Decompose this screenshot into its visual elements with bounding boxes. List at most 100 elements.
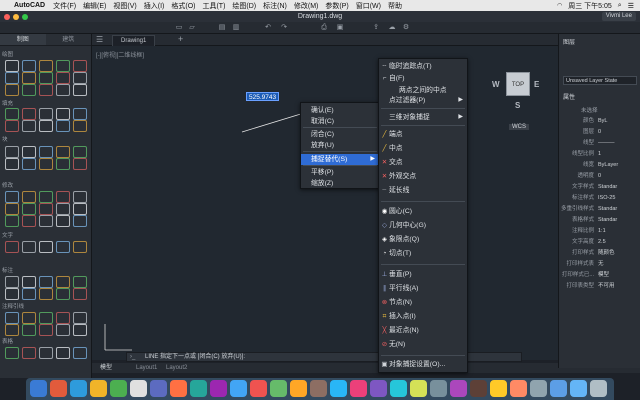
tool-icon[interactable]	[22, 60, 36, 72]
context-item-5[interactable]: 平移(P)	[301, 167, 379, 178]
property-row[interactable]: 打印表类型 不可用	[558, 282, 640, 291]
clock[interactable]: 周三 下午5:05	[568, 1, 612, 11]
tool-icon[interactable]	[73, 241, 87, 253]
tool-icon[interactable]	[73, 203, 87, 215]
dock-app-icon[interactable]	[70, 380, 87, 397]
menu-view[interactable]: 视图(V)	[113, 1, 136, 11]
section-dimension[interactable]: 标注	[2, 266, 13, 274]
tool-icon[interactable]	[22, 108, 36, 120]
compass-west[interactable]: W	[492, 80, 500, 89]
tool-icon[interactable]	[73, 312, 87, 324]
tool-icon[interactable]	[39, 241, 53, 253]
snap-item-0[interactable]: ╌ 临时追踪点(T)	[379, 61, 467, 72]
property-row[interactable]: 表格样式 Standar	[558, 216, 640, 225]
snap-item-3[interactable]: 点过滤器(P) ▶	[379, 95, 467, 106]
drawing-canvas[interactable]	[92, 46, 558, 360]
tool-icon[interactable]	[56, 120, 70, 132]
redo-icon[interactable]: ↷	[280, 24, 288, 32]
tool-icon[interactable]	[56, 241, 70, 253]
snap-item-19[interactable]: ⊘ 无(N)	[379, 339, 467, 350]
tool-icon[interactable]	[5, 108, 19, 120]
section-block[interactable]: 块	[2, 135, 8, 143]
dock-app-icon[interactable]	[550, 380, 567, 397]
section-leader[interactable]: 注释引线	[2, 302, 24, 310]
tool-icon[interactable]	[73, 347, 87, 359]
dock-app-icon[interactable]	[210, 380, 227, 397]
property-row[interactable]: 线型 ———	[558, 139, 640, 148]
snap-item-14[interactable]: ⊥ 垂直(P)	[379, 269, 467, 280]
snap-item-18[interactable]: ╳ 最近点(N)	[379, 325, 467, 336]
dock-app-icon[interactable]	[350, 380, 367, 397]
minimize-window-button[interactable]	[13, 14, 19, 20]
menu-window[interactable]: 窗口(W)	[356, 1, 381, 11]
undo-icon[interactable]: ↶	[264, 24, 272, 32]
menu-tools[interactable]: 工具(T)	[202, 1, 225, 11]
menu-list-icon[interactable]: ☰	[628, 2, 634, 10]
tab-drawing1[interactable]: Drawing1	[112, 35, 156, 46]
tool-icon[interactable]	[56, 312, 70, 324]
tool-icon[interactable]	[5, 191, 19, 203]
tool-icon[interactable]	[39, 347, 53, 359]
menu-format[interactable]: 格式(O)	[171, 1, 195, 11]
tool-icon[interactable]	[56, 72, 70, 84]
tool-icon[interactable]	[22, 120, 36, 132]
tool-icon[interactable]	[56, 146, 70, 158]
tool-icon[interactable]	[22, 215, 36, 227]
dock-app-icon[interactable]	[310, 380, 327, 397]
tool-icon[interactable]	[73, 60, 87, 72]
tool-icon[interactable]	[22, 324, 36, 336]
property-row[interactable]: 注释比例 1:1	[558, 227, 640, 236]
snap-item-8[interactable]: ✕ 外观交点	[379, 171, 467, 182]
tool-icon[interactable]	[73, 146, 87, 158]
tab-drafting[interactable]: 制图	[0, 34, 46, 45]
menu-draw[interactable]: 绘图(D)	[232, 1, 256, 11]
dock-app-icon[interactable]	[270, 380, 287, 397]
tab-architecture[interactable]: 建筑	[46, 34, 92, 45]
menu-modify[interactable]: 修改(M)	[294, 1, 319, 11]
save-icon[interactable]: ▤	[218, 24, 226, 32]
menu-dimension[interactable]: 标注(N)	[263, 1, 287, 11]
dynamic-input-length[interactable]: 525.9743	[246, 92, 280, 101]
dock-app-icon[interactable]	[190, 380, 207, 397]
tool-icon[interactable]	[22, 241, 36, 253]
tool-icon[interactable]	[5, 120, 19, 132]
tool-icon[interactable]	[73, 108, 87, 120]
search-icon[interactable]: ⌕	[618, 2, 622, 10]
viewport-controls[interactable]: [-][俯视][二维线框]	[96, 50, 144, 59]
workspace-icon[interactable]: ⚙	[402, 24, 410, 32]
property-row[interactable]: 打印样式 随颜色	[558, 249, 640, 258]
share-icon[interactable]: ⇪	[372, 24, 380, 32]
tool-icon[interactable]	[22, 72, 36, 84]
tool-icon[interactable]	[22, 276, 36, 288]
tool-icon[interactable]	[22, 191, 36, 203]
context-item-6[interactable]: 缩放(Z)	[301, 178, 379, 189]
wcs-menu[interactable]: WCS	[509, 124, 529, 130]
tool-icon[interactable]	[39, 146, 53, 158]
tab-layout2[interactable]: Layout2	[166, 363, 187, 373]
tool-icon[interactable]	[56, 324, 70, 336]
tool-icon[interactable]	[56, 347, 70, 359]
tool-icon[interactable]	[56, 288, 70, 300]
section-hatch[interactable]: 填充	[2, 99, 13, 107]
dock-app-icon[interactable]	[510, 380, 527, 397]
tool-icon[interactable]	[5, 215, 19, 227]
property-row[interactable]: 文字高度 2.5	[558, 238, 640, 247]
tab-menu-icon[interactable]: ☰	[96, 35, 103, 44]
snap-item-9[interactable]: ┈ 延长线	[379, 185, 467, 196]
tab-layout1[interactable]: Layout1	[136, 363, 157, 373]
snap-item-17[interactable]: ⌗ 插入点(I)	[379, 311, 467, 322]
dock-app-icon[interactable]	[410, 380, 427, 397]
dock-app-icon[interactable]	[90, 380, 107, 397]
tool-icon[interactable]	[5, 347, 19, 359]
dock-app-icon[interactable]	[230, 380, 247, 397]
snap-item-16[interactable]: ⊗ 节点(N)	[379, 297, 467, 308]
snap-item-13[interactable]: ◔ 切点(T)	[379, 248, 467, 259]
tool-icon[interactable]	[39, 276, 53, 288]
snap-item-20[interactable]: ▣ 对象捕捉设置(O)...	[379, 359, 467, 370]
snap-item-5[interactable]: ╱ 端点	[379, 129, 467, 140]
tool-icon[interactable]	[56, 276, 70, 288]
property-row[interactable]: 线宽 ByLayer	[558, 161, 640, 170]
tool-icon[interactable]	[5, 84, 19, 96]
property-row[interactable]: 透明度 0	[558, 172, 640, 181]
tool-icon[interactable]	[5, 288, 19, 300]
